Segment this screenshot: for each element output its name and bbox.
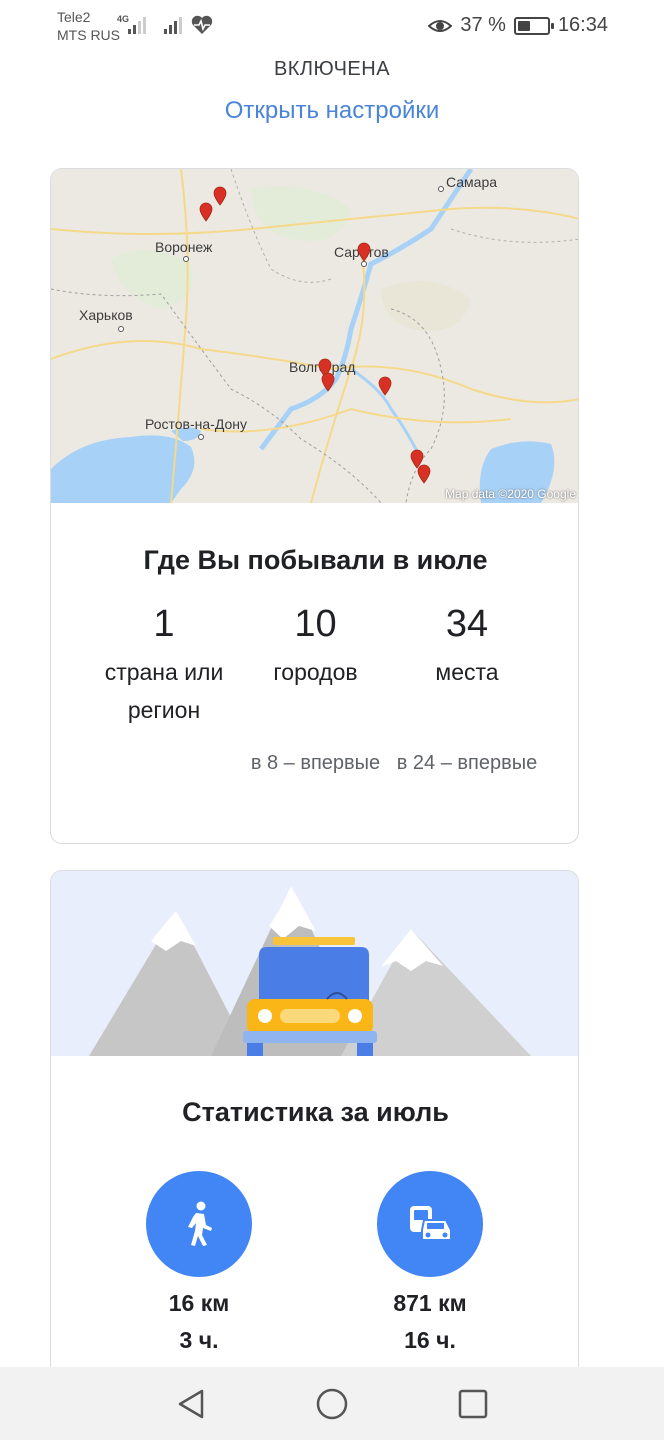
stat-number: 10 xyxy=(294,603,337,645)
monthly-stats-card[interactable]: Статистика за июль 16 км 3 ч. 871 км 16 … xyxy=(50,870,579,1390)
map-pin xyxy=(199,202,213,222)
places-visited-card[interactable]: Самара Воронеж Саратов Харьков Волгоград… xyxy=(50,168,579,844)
places-card-title: Где Вы побывали в июле xyxy=(143,545,488,575)
walking-metric: 16 км 3 ч. xyxy=(99,1285,299,1359)
carrier-names: Tele2 MTS RUS xyxy=(57,8,120,44)
stat-cities: 10 городов в 8 – впервые xyxy=(241,601,391,813)
transit-car-icon-svg xyxy=(410,1206,452,1241)
carrier-2: MTS RUS xyxy=(57,27,120,43)
status-bar: Tele2 MTS RUS 4G 37 % 16:34 xyxy=(0,0,664,52)
transit-duration: 16 ч. xyxy=(404,1327,456,1353)
stat-number: 34 xyxy=(445,603,489,645)
signal-icon xyxy=(164,16,182,34)
walking-duration: 3 ч. xyxy=(179,1327,219,1353)
system-navigation-bar xyxy=(0,1367,664,1440)
stat-label: страна или регион xyxy=(104,659,224,723)
signal-icon xyxy=(128,16,146,34)
map-pin xyxy=(417,464,431,484)
map-pin xyxy=(213,186,227,206)
mountains-car-illustration xyxy=(51,871,578,1056)
location-history-status: ВКЛЮЧЕНА xyxy=(273,58,391,80)
heart-rate-icon xyxy=(191,15,213,35)
walking-icon-svg xyxy=(188,1201,212,1246)
battery-icon xyxy=(513,16,554,35)
status-right: 37 % 16:34 xyxy=(428,14,608,37)
map-pin xyxy=(321,372,335,392)
battery-percent: 37 % xyxy=(460,14,506,36)
stat-first-time xyxy=(89,747,239,813)
map-pins xyxy=(199,186,431,484)
eye-icon xyxy=(428,19,453,32)
recents-button[interactable] xyxy=(456,1387,490,1421)
carrier-1: Tele2 xyxy=(57,9,91,25)
stats-card-title: Статистика за июль xyxy=(182,1097,449,1127)
clock: 16:34 xyxy=(557,14,608,36)
transit-distance: 871 км xyxy=(393,1290,467,1316)
stat-first-time: в 8 – впервые xyxy=(250,752,381,774)
walking-icon[interactable] xyxy=(146,1171,252,1277)
transit-metric: 871 км 16 ч. xyxy=(330,1285,530,1359)
home-button[interactable] xyxy=(315,1387,349,1421)
stat-places: 34 места в 24 – впервые xyxy=(392,601,542,813)
stat-first-time: в 24 – впервые xyxy=(396,752,538,774)
visited-places-map[interactable]: Самара Воронеж Саратов Харьков Волгоград… xyxy=(51,169,578,503)
open-settings-link[interactable]: Открыть настройки xyxy=(0,97,664,125)
map-attribution: Map data ©2020 Google xyxy=(445,487,576,501)
map-pin xyxy=(378,376,392,396)
places-stats: 1 страна или регион 10 городов в 8 – впе… xyxy=(51,601,578,813)
stat-number: 1 xyxy=(153,603,175,645)
stat-countries: 1 страна или регион xyxy=(89,601,239,813)
stat-label: места xyxy=(435,659,499,685)
transit-car-icon[interactable] xyxy=(377,1171,483,1277)
map-pin xyxy=(357,242,371,262)
walking-distance: 16 км xyxy=(168,1290,230,1316)
illustration-svg xyxy=(89,886,531,1056)
back-button[interactable] xyxy=(174,1387,208,1421)
stat-label: городов xyxy=(273,659,358,685)
